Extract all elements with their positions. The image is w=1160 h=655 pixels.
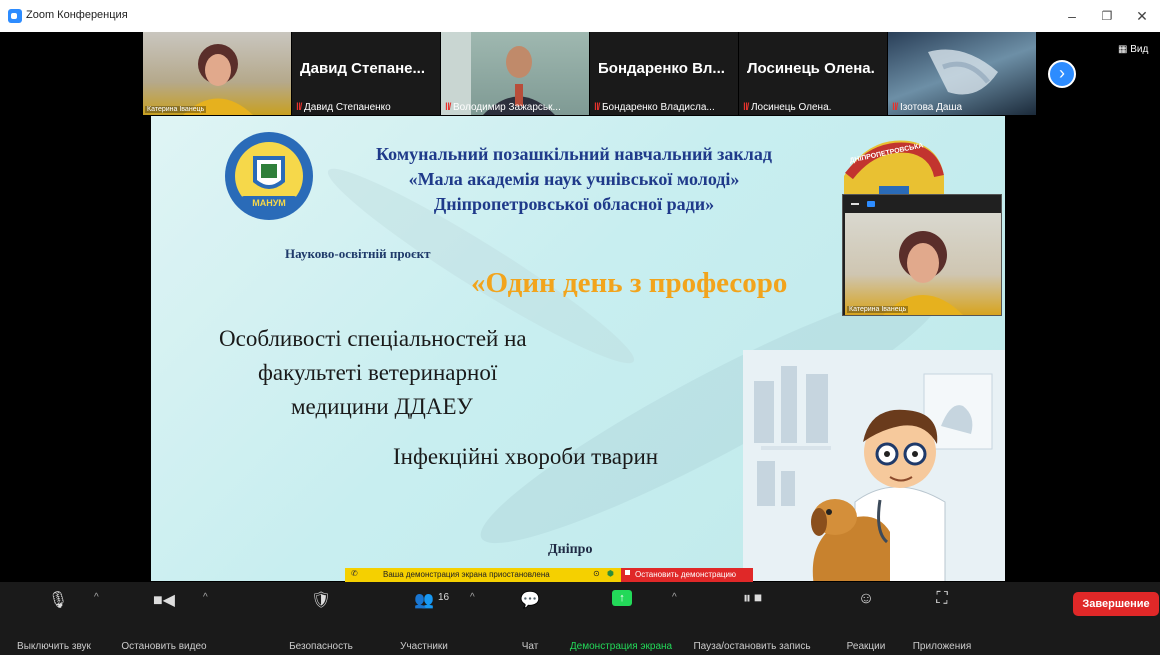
participant-video-icon (183, 44, 253, 115)
participant-name-label: ǁ̸ Давид Степаненко (296, 102, 391, 113)
grid-view-icon: ▦ (1118, 44, 1131, 55)
city-label: Дніпро (548, 542, 593, 557)
participant-display-name: Бондаренко Вл... (598, 60, 725, 77)
participant-name-label: ǁ̸ Лосинець Олена. (743, 102, 832, 113)
end-meeting-button[interactable]: Завершение (1073, 592, 1159, 616)
title-bar: Zoom Конференция – ❐ ✕ (0, 0, 1160, 32)
shield-icon: 🛡 (310, 592, 332, 609)
participants-icon: 👥 (414, 592, 434, 609)
institution-line-1: Комунальний позашкільний навчальний закл… (376, 144, 772, 164)
chat-icon: 💬 (520, 592, 540, 609)
apps-icon: ⛶ (936, 590, 948, 607)
man-academy-logo-icon: МАНУМ (223, 130, 315, 222)
mic-muted-icon: ǁ̸ (445, 102, 450, 113)
veterinarian-illustration-icon (811, 409, 946, 581)
pause-stop-icon: ⏸⏹ (742, 590, 766, 607)
minimize-self-view-icon[interactable] (851, 203, 859, 205)
self-view-video: Катерина Іванець (845, 213, 1001, 315)
share-paused-bar: ✆ Ваша демонстрация экрана приостановлен… (345, 568, 753, 582)
participant-tile-video[interactable]: Катерина Іванець (143, 32, 291, 115)
participant-tile-name[interactable]: Бондаренко Вл... ǁ̸ Бондаренко Владисла..… (590, 32, 738, 115)
microphone-icon: 🎙 (47, 592, 69, 609)
stop-video-button[interactable]: ■◀ Остановить видео (112, 582, 216, 655)
participant-name-label: ǁ̸ Ізотова Даша (892, 102, 963, 113)
next-page-button[interactable]: › (1048, 60, 1076, 88)
participant-name-label: Катерина Іванець (145, 106, 207, 113)
institution-line-2: «Мала академія наук учнівської молоді» (408, 169, 740, 189)
mic-muted-icon: ǁ̸ (594, 102, 599, 113)
logo-text: МАНУМ (252, 198, 286, 208)
phone-icon: ✆ (351, 569, 358, 578)
self-view-window[interactable]: Катерина Іванець (842, 194, 1002, 316)
mic-muted-icon: ǁ̸ (296, 102, 301, 113)
mic-muted-icon: ǁ̸ (743, 102, 748, 113)
participants-options-caret-icon[interactable]: ^ (470, 592, 475, 603)
mute-button[interactable]: 🎙 Выключить звук (0, 582, 108, 655)
self-view-name-label: Катерина Іванець (847, 306, 909, 313)
participant-name-label: ǁ̸ Володимир Зажарськ... (445, 102, 561, 113)
participant-display-name: Лосинець Олена. (747, 60, 875, 77)
video-options-caret-icon[interactable]: ^ (203, 592, 208, 603)
shared-screen-slide: МАНУМ ДНІПРОПЕТРОВСЬКА Комунальний позаш… (151, 116, 1005, 581)
participant-name-label: ǁ̸ Бондаренко Владисла... (594, 102, 715, 113)
chat-button[interactable]: 💬 Чат (505, 582, 555, 655)
project-label: Науково-освітній проєкт (285, 246, 431, 261)
share-arrow-icon: ↑ (612, 590, 632, 606)
project-title: «Один день з професоро (471, 267, 788, 299)
record-pause-button[interactable]: ⏸⏹ Пауза/остановить запись (676, 582, 828, 655)
participant-tile-name[interactable]: Давид Степане... ǁ̸ Давид Степаненко (292, 32, 440, 115)
zoom-logo-icon (8, 9, 22, 23)
topic-line-1: Особливості спеціальностей на (219, 326, 527, 351)
topic-line-3: медицини ДДАЕУ (291, 394, 473, 419)
participant-tile-video[interactable]: ǁ̸ Володимир Зажарськ... (441, 32, 589, 115)
topic-line-2: факультеті ветеринарної (258, 360, 498, 385)
participant-display-name: Давид Степане... (300, 60, 425, 77)
screen-id-icon: ⊙ (593, 569, 600, 578)
share-screen-button[interactable]: ↑ Демонстрация экрана (560, 582, 682, 655)
shield-icon: ⬢ (607, 569, 614, 578)
mic-muted-icon: ǁ̸ (892, 102, 897, 113)
video-camera-icon: ■◀ (153, 592, 175, 609)
chevron-right-icon: › (1059, 63, 1065, 83)
security-button[interactable]: 🛡 Безопасность (276, 582, 366, 655)
institution-line-3: Дніпропетровської обласної ради» (433, 194, 715, 214)
participants-count: 16 (438, 592, 450, 603)
window-title: Zoom Конференция (26, 9, 128, 21)
participant-tile-name[interactable]: Лосинець Олена. ǁ̸ Лосинець Олена. (739, 32, 887, 115)
stop-icon (625, 570, 630, 575)
audio-options-caret-icon[interactable]: ^ (94, 592, 99, 603)
expand-self-view-icon[interactable] (867, 201, 875, 207)
stop-share-button[interactable]: Остановить демонстрацию (621, 568, 753, 582)
participants-button[interactable]: 👥 16 Участники (378, 582, 470, 655)
participant-tile-video[interactable]: ǁ̸ Ізотова Даша (888, 32, 1036, 115)
meeting-toolbar: 🎙 Выключить звук ^ ■◀ Остановить видео ^… (0, 582, 1160, 655)
meeting-stage: Катерина Іванець Давид Степане... ǁ̸ Дави… (0, 32, 1160, 655)
share-paused-text: Ваша демонстрация экрана приостановлена (383, 570, 550, 579)
restore-button[interactable]: ❐ (1092, 5, 1122, 27)
view-button[interactable]: ▦ Вид (1118, 44, 1148, 55)
reactions-button[interactable]: ☺ Реакции (836, 582, 896, 655)
smiley-icon: ☺ (857, 590, 875, 607)
minimize-button[interactable]: – (1057, 5, 1087, 27)
apps-button[interactable]: ⛶ Приложения (900, 582, 984, 655)
subtopic: Інфекційні хвороби тварин (393, 444, 659, 469)
participant-video-icon (883, 231, 963, 315)
close-button[interactable]: ✕ (1127, 5, 1157, 27)
